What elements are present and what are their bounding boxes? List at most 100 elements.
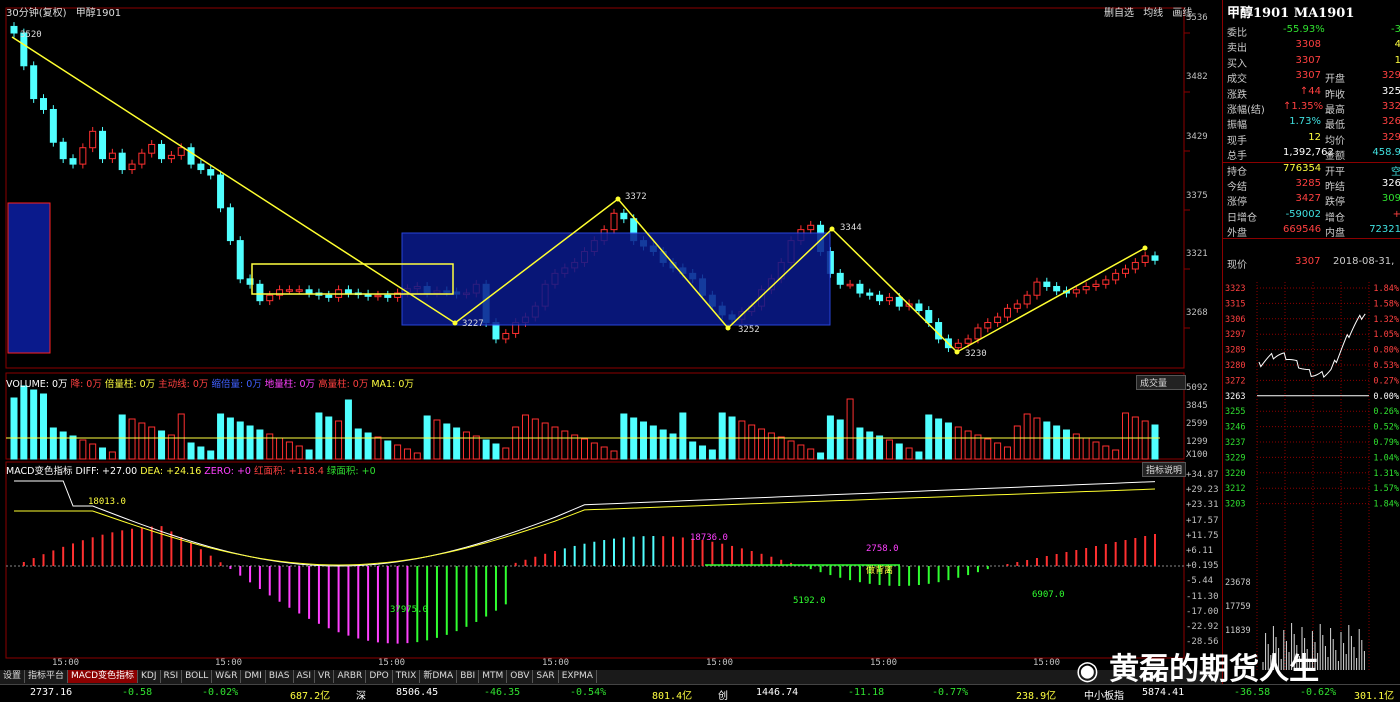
quote-value: 3285 bbox=[1295, 178, 1321, 189]
indicator-tab[interactable]: BOLL bbox=[182, 670, 213, 683]
volume-bar bbox=[925, 414, 933, 460]
status-value: 301.1亿 bbox=[1354, 691, 1395, 702]
macd-tick: +0.195 bbox=[1186, 561, 1219, 572]
volume-bar bbox=[413, 452, 421, 460]
volume-bar bbox=[600, 446, 608, 460]
candle-body bbox=[1023, 294, 1031, 305]
quote-row: 成交 3307 开盘 329 bbox=[1227, 70, 1400, 86]
quote-row: 涨停 3427 跌停 309 bbox=[1227, 193, 1400, 209]
indicator-tab[interactable]: 设置 bbox=[0, 670, 26, 683]
volume-bar bbox=[856, 427, 864, 460]
now-value: 3307 bbox=[1295, 256, 1321, 267]
candle-body bbox=[30, 65, 38, 100]
quote-row: 委比 -55.93% -3 bbox=[1227, 24, 1400, 39]
candle-body bbox=[167, 154, 175, 160]
indicator-tab[interactable]: DMI bbox=[241, 670, 266, 683]
price-tick: 3482 bbox=[1186, 72, 1208, 82]
indicator-tab[interactable]: W&R bbox=[212, 670, 242, 683]
quote-row: 外盘 669546 内盘 72321 bbox=[1227, 224, 1400, 239]
indicator-tab[interactable]: MACD变色指标 bbox=[68, 670, 139, 683]
mini-price-tick: 3280 bbox=[1225, 361, 1245, 371]
indicator-tab[interactable]: OBV bbox=[507, 670, 534, 683]
volume-bar bbox=[285, 441, 293, 460]
ma-button[interactable]: 均线 bbox=[1143, 8, 1163, 19]
quote-row: 涨幅(结) ↑1.35% 最高 332 bbox=[1227, 101, 1400, 116]
time-tick: 15:00 bbox=[215, 658, 243, 668]
remove-watch-button[interactable]: 删自选 bbox=[1104, 8, 1134, 19]
status-value: -11.18 bbox=[848, 687, 885, 698]
indicator-tab[interactable]: BIAS bbox=[266, 670, 294, 683]
vol-tick: 5092 bbox=[1186, 383, 1208, 393]
vol-tick: X100 bbox=[1186, 450, 1208, 460]
quote-value2: 309 bbox=[1381, 193, 1400, 205]
indicator-tab[interactable]: VR bbox=[315, 670, 335, 683]
volume-bar bbox=[482, 439, 490, 460]
status-value: 创 bbox=[718, 691, 728, 702]
intraday-mini-chart[interactable]: 3323 1.84% 3315 1.58% 3306 1.32% 3297 1.05% 3289… bbox=[1223, 282, 1400, 672]
quote-key: 成交 bbox=[1227, 74, 1247, 86]
volume-bar bbox=[472, 435, 480, 460]
macd-tick: -5.44 bbox=[1186, 576, 1214, 587]
indicator-tab[interactable]: ASI bbox=[294, 670, 316, 683]
indicator-tabs: 设置 指标平台 MACD变色指标 KDJ RSI BOLL W&R DMI BIAS ASI VR A… bbox=[0, 670, 1222, 684]
indicator-tab[interactable]: SAR bbox=[533, 670, 559, 683]
quote-value2: 332 bbox=[1381, 101, 1400, 112]
candle-body bbox=[984, 322, 992, 329]
ann-3520: 3520 bbox=[20, 30, 42, 40]
candle-body bbox=[964, 338, 972, 344]
volume-bar bbox=[561, 430, 569, 460]
volume-bar bbox=[649, 425, 657, 460]
quote-row: 振幅 1.73% 最低 326 bbox=[1227, 116, 1400, 131]
mini-price-tick: 3315 bbox=[1225, 299, 1245, 309]
quote-row: 现手 12 均价 329 bbox=[1227, 131, 1400, 147]
volume-bar bbox=[531, 418, 539, 460]
volume-indicator-button[interactable]: 成交量 bbox=[1136, 375, 1186, 390]
status-value: 中小板指 bbox=[1084, 691, 1124, 702]
kline-chart-area[interactable]: 30分钟(复权) 甲醇1901 删自选 均线 画线 3536 3482 3429… bbox=[0, 0, 1222, 684]
volume-bar bbox=[1082, 437, 1090, 460]
candle-body bbox=[1092, 283, 1100, 287]
quote-key: 卖出 bbox=[1227, 43, 1247, 55]
mini-pct-tick: 1.57% bbox=[1373, 484, 1399, 494]
candle-body bbox=[10, 25, 18, 34]
quote-key: 涨停 bbox=[1227, 197, 1247, 209]
candle-body bbox=[1013, 303, 1021, 309]
volume-bar bbox=[1151, 424, 1159, 460]
kline-svg[interactable] bbox=[0, 0, 1222, 670]
indicator-help-button[interactable]: 指标说明 bbox=[1142, 462, 1187, 477]
quote-value2: -3 bbox=[1391, 24, 1400, 35]
macd-tick: -11.30 bbox=[1186, 591, 1219, 602]
candle-body bbox=[1003, 307, 1011, 318]
indicator-tab[interactable]: EXPMA bbox=[559, 670, 597, 683]
indicator-tab[interactable]: 新DMA bbox=[420, 670, 458, 683]
indicator-tab[interactable]: BBI bbox=[457, 670, 480, 683]
ann-3227: 3227 bbox=[462, 319, 484, 329]
quote-value2: 329 bbox=[1381, 131, 1400, 143]
volume-bar bbox=[590, 442, 598, 460]
indicator-tab[interactable]: DPO bbox=[366, 670, 393, 683]
indicator-tab[interactable]: RSI bbox=[161, 670, 183, 683]
period-label[interactable]: 30分钟(复权) bbox=[6, 8, 67, 19]
candle-body bbox=[1082, 285, 1090, 291]
indicator-tab[interactable]: ARBR bbox=[334, 670, 367, 683]
volume-bar bbox=[207, 450, 215, 460]
mini-pct-tick: 0.53% bbox=[1373, 361, 1399, 371]
indicator-tab[interactable]: 指标平台 bbox=[25, 670, 69, 683]
quote-value: 1,392,762 bbox=[1283, 147, 1334, 159]
volume-bar bbox=[256, 429, 264, 460]
indicator-tab[interactable]: MTM bbox=[479, 670, 508, 683]
volume-bar bbox=[20, 385, 28, 460]
volume-bar bbox=[974, 434, 982, 460]
macd-note: 2758.0 bbox=[866, 544, 899, 554]
price-tick: 3375 bbox=[1186, 191, 1208, 201]
mini-pct-tick: 1.58% bbox=[1373, 299, 1399, 309]
indicator-tab[interactable]: KDJ bbox=[138, 670, 161, 683]
indicator-tab[interactable]: TRIX bbox=[393, 670, 421, 683]
time-tick: 15:00 bbox=[52, 658, 80, 668]
candle-body bbox=[197, 163, 205, 171]
volume-bar bbox=[10, 397, 18, 460]
candle-body bbox=[256, 283, 264, 302]
mini-pct-tick: 0.79% bbox=[1373, 438, 1399, 448]
candle-body bbox=[974, 327, 982, 340]
price-tick: 3268 bbox=[1186, 308, 1208, 318]
